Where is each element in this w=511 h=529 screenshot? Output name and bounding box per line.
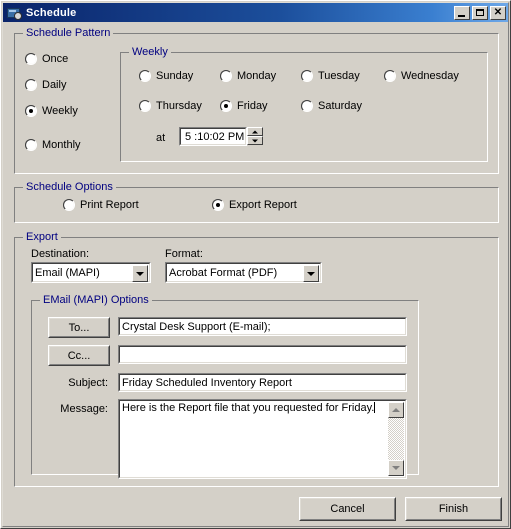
to-input[interactable]: Crystal Desk Support (E-mail); [118, 317, 407, 336]
radio-label: Wednesday [401, 70, 459, 82]
to-value: Crystal Desk Support (E-mail); [122, 320, 271, 333]
radio-indicator [301, 70, 313, 82]
radio-day-thursday[interactable]: Thursday [139, 100, 202, 112]
cc-button-label: Cc... [67, 349, 91, 362]
email-options-group: EMail (MAPI) Options To... Crystal Desk … [31, 294, 419, 479]
destination-label: Destination: [31, 248, 90, 260]
radio-print-report[interactable]: Print Report [63, 199, 139, 211]
radio-label: Weekly [42, 105, 78, 117]
radio-indicator [25, 53, 37, 65]
radio-day-tuesday[interactable]: Tuesday [301, 70, 360, 82]
chevron-down-icon[interactable] [132, 265, 148, 282]
time-input[interactable]: 5 :10:02 PM [179, 127, 247, 146]
message-label: Message: [60, 403, 108, 415]
finish-button[interactable]: Finish [405, 497, 502, 521]
scroll-up-icon[interactable] [388, 402, 404, 418]
radio-indicator [25, 79, 37, 91]
scroll-down-icon[interactable] [388, 460, 404, 476]
title-bar[interactable]: Schedule ✕ [3, 3, 508, 22]
schedule-options-group: Schedule Options Print Report Export Rep… [14, 181, 499, 223]
radio-indicator [25, 139, 37, 151]
cc-input[interactable] [118, 345, 407, 364]
radio-pattern-daily[interactable]: Daily [25, 79, 66, 91]
spin-up-icon[interactable] [247, 127, 263, 136]
cc-value [122, 346, 404, 363]
radio-label: Daily [42, 79, 67, 91]
radio-label: Print Report [80, 199, 139, 211]
radio-pattern-monthly[interactable]: Monthly [25, 139, 81, 151]
radio-pattern-weekly[interactable]: Weekly [25, 105, 78, 117]
schedule-app-icon [6, 5, 22, 20]
schedule-pattern-legend: Schedule Pattern [23, 27, 114, 39]
radio-export-report[interactable]: Export Report [212, 199, 297, 211]
radio-indicator [139, 100, 151, 112]
radio-indicator [212, 199, 224, 211]
export-legend: Export [23, 231, 61, 243]
radio-label: Export Report [229, 199, 297, 211]
email-options-legend: EMail (MAPI) Options [40, 294, 152, 306]
cancel-button[interactable]: Cancel [299, 497, 396, 521]
radio-label: Sunday [156, 70, 194, 82]
radio-day-friday[interactable]: Friday [220, 100, 268, 112]
text-caret [374, 402, 376, 413]
subject-value: Friday Scheduled Inventory Report [122, 376, 292, 389]
radio-indicator [139, 70, 151, 82]
subject-input[interactable]: Friday Scheduled Inventory Report [118, 373, 407, 392]
radio-indicator [220, 100, 232, 112]
close-icon: ✕ [493, 6, 503, 18]
format-select[interactable]: Acrobat Format (PDF) [165, 262, 322, 283]
to-button[interactable]: To... [48, 317, 110, 338]
radio-indicator [25, 105, 37, 117]
radio-pattern-once[interactable]: Once [25, 53, 68, 65]
schedule-pattern-group: Schedule Pattern Once Daily Weekly Month… [14, 27, 499, 174]
weekly-group: Weekly Sunday Monday Tuesday Wednesday T… [120, 46, 488, 162]
schedule-dialog-window: Schedule ✕ Schedule Pattern Once Daily W… [0, 0, 511, 529]
radio-label: Friday [237, 100, 268, 112]
radio-day-monday[interactable]: Monday [220, 70, 276, 82]
radio-indicator [63, 199, 75, 211]
radio-day-wednesday[interactable]: Wednesday [384, 70, 459, 82]
time-value: 5 :10:02 PM [185, 130, 244, 143]
at-label: at [156, 132, 166, 144]
export-group: Export Destination: Email (MAPI) Format:… [14, 231, 499, 487]
message-textarea[interactable]: Here is the Report file that you request… [118, 399, 407, 479]
radio-label: Tuesday [318, 70, 360, 82]
spin-down-icon[interactable] [247, 136, 263, 145]
radio-indicator [384, 70, 396, 82]
message-scrollbar[interactable] [388, 402, 404, 476]
format-value: Acrobat Format (PDF) [169, 266, 278, 279]
radio-indicator [220, 70, 232, 82]
radio-indicator [301, 100, 313, 112]
chevron-down-icon[interactable] [303, 265, 319, 282]
finish-button-label: Finish [438, 503, 469, 515]
window-title: Schedule [26, 6, 77, 19]
to-button-label: To... [68, 321, 90, 334]
time-spin-buttons [247, 127, 263, 146]
destination-value: Email (MAPI) [35, 266, 100, 279]
maximize-button[interactable] [472, 5, 488, 20]
title-bar-buttons: ✕ [454, 5, 506, 20]
destination-select[interactable]: Email (MAPI) [31, 262, 151, 283]
radio-label: Once [42, 53, 69, 65]
radio-label: Monthly [42, 139, 81, 151]
format-label: Format: [165, 248, 203, 260]
subject-label: Subject: [68, 377, 108, 389]
minimize-button[interactable] [454, 5, 470, 20]
cancel-button-label: Cancel [330, 503, 365, 515]
close-button[interactable]: ✕ [490, 5, 506, 20]
schedule-options-legend: Schedule Options [23, 181, 116, 193]
radio-label: Monday [237, 70, 277, 82]
radio-label: Thursday [156, 100, 202, 112]
cc-button[interactable]: Cc... [48, 345, 110, 366]
weekly-legend: Weekly [129, 46, 171, 58]
radio-label: Saturday [318, 100, 363, 112]
radio-day-saturday[interactable]: Saturday [301, 100, 362, 112]
radio-day-sunday[interactable]: Sunday [139, 70, 193, 82]
message-value: Here is the Report file that you request… [122, 402, 375, 414]
message-value-wrap: Here is the Report file that you request… [122, 402, 386, 415]
